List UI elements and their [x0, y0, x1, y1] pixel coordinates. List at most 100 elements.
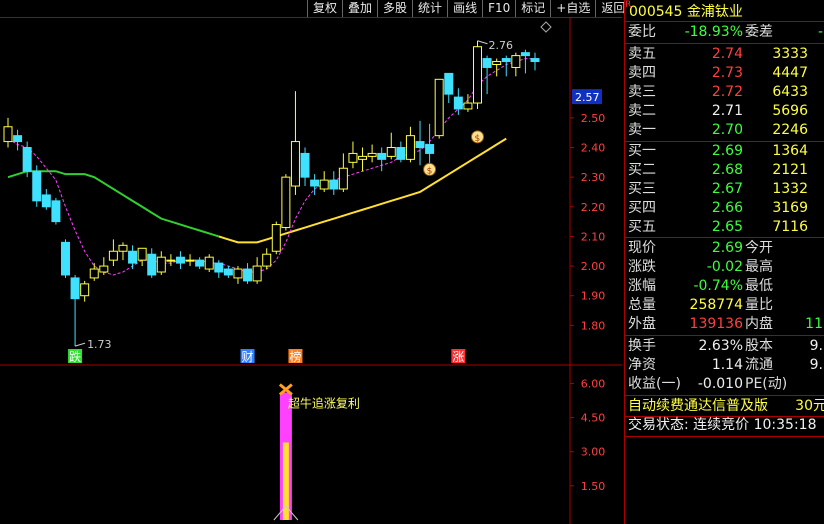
- candle: [13, 129, 23, 151]
- trade-status: 交易状态: 连续竞价 10:35:18: [628, 417, 817, 433]
- candle: [252, 257, 262, 284]
- stat-row: 涨幅 -0.74% 最低: [625, 277, 824, 296]
- toolbar-button-statistics[interactable]: 统计: [412, 0, 447, 17]
- stat-label-2: 量比: [745, 297, 773, 313]
- event-marker: 财: [240, 349, 255, 364]
- toolbar-button-draw-line[interactable]: 画线: [447, 0, 482, 17]
- ma-line-magenta: [7, 58, 535, 276]
- low-price-label: 1.73: [87, 338, 112, 351]
- toolbar-button-f10[interactable]: F10: [482, 0, 515, 17]
- sell-level-5: 卖五 2.74 3333: [625, 45, 824, 64]
- price-tick-label: 2.30: [581, 171, 606, 184]
- candle: [175, 251, 185, 270]
- buy-price: 2.68: [711, 162, 743, 178]
- weibi-label: 委比: [628, 24, 656, 40]
- candle: [463, 94, 473, 112]
- buy-price: 2.67: [711, 181, 743, 197]
- weibi-value: -18.93%: [684, 24, 743, 40]
- sell-price: 2.73: [711, 65, 743, 81]
- candle: [290, 91, 300, 195]
- toolbar-button-add-watchlist[interactable]: +自选: [550, 0, 595, 17]
- stat-value-2: 11: [805, 316, 823, 332]
- svg-text:$: $: [475, 134, 481, 144]
- price-axis: 2.50 2.40 2.30 2.20 2.10 2.00 1.90 1.80 2.57: [540, 21, 606, 332]
- price-tick-label: 2.20: [581, 201, 606, 214]
- sell-volume: 5696: [772, 103, 808, 119]
- price-tick-label: 1.90: [581, 290, 606, 303]
- buy-volume: 1364: [772, 143, 808, 159]
- toolbar-button-overlay[interactable]: 叠加: [342, 0, 377, 17]
- fund-label-2: PE(动): [745, 376, 788, 392]
- candle: [520, 49, 530, 74]
- promo-text[interactable]: 自动续费通达信普及版: [628, 397, 768, 416]
- money-bag-icon: $: [423, 162, 437, 176]
- toolbar-button-fuquan[interactable]: 复权: [307, 0, 342, 17]
- candle: [338, 153, 348, 192]
- promo-row[interactable]: 自动续费通达信普及版 30元: [625, 397, 824, 416]
- candle: [415, 120, 425, 166]
- price-tick-label: 2.10: [581, 230, 606, 243]
- sell-volume: 6433: [772, 84, 808, 100]
- indicator-tick-label: 6.00: [581, 377, 606, 390]
- event-marker-label: 涨: [452, 349, 464, 364]
- candle: [89, 263, 99, 281]
- stat-label: 总量: [628, 297, 656, 313]
- sell-level-3: 卖三 2.72 6433: [625, 83, 824, 102]
- indicator-tick-label: 4.50: [581, 412, 606, 425]
- buy-price: 2.69: [711, 143, 743, 159]
- toolbar-button-multi-stock[interactable]: 多股: [377, 0, 412, 17]
- fund-label: 换手: [628, 338, 656, 354]
- sell-label: 卖一: [628, 122, 656, 138]
- candle: [386, 132, 396, 160]
- fund-row: 净资 1.14 流通 9.: [625, 356, 824, 375]
- money-bag-icon: $: [471, 130, 485, 144]
- fund-value: 2.63%: [698, 338, 743, 354]
- candle: [99, 257, 109, 275]
- buy-level-3: 买三 2.67 1332: [625, 180, 824, 199]
- buy-level-4: 买四 2.66 3169: [625, 199, 824, 218]
- indicator-tick-label: 3.00: [581, 446, 606, 459]
- toolbar-button-mark[interactable]: 标记: [515, 0, 550, 17]
- candle: [425, 123, 435, 166]
- stat-value: -0.74%: [693, 278, 743, 294]
- weicha-label: 委差: [745, 24, 773, 40]
- sell-price: 2.71: [711, 103, 743, 119]
- expand-icon: [540, 21, 552, 33]
- buy-label: 买四: [628, 200, 656, 216]
- stat-row: 外盘 139136 内盘 11: [625, 315, 824, 334]
- price-tick-label: 1.80: [581, 319, 606, 332]
- fund-value-2: 9.: [809, 338, 823, 354]
- chart-toolbar: 复权 叠加 多股 统计 画线 F10 标记 +自选 返回: [307, 0, 625, 17]
- stat-label-2: 今开: [745, 240, 773, 256]
- current-price-text: 2.57: [575, 91, 600, 104]
- candle: [281, 174, 291, 231]
- stat-value: -0.02: [706, 259, 743, 275]
- candle: [166, 254, 176, 267]
- kline-chart[interactable]: 2.50 2.40 2.30 2.20 2.10 2.00 1.90 1.80 2.57 2.7…: [0, 17, 622, 524]
- candle: [185, 254, 195, 267]
- fund-row: 换手 2.63% 股本 9.: [625, 337, 824, 356]
- candle: [60, 239, 70, 278]
- stat-label-2: 最低: [745, 278, 773, 294]
- sell-volume: 3333: [772, 46, 808, 62]
- event-marker-label: 跌: [69, 349, 81, 364]
- sell-price: 2.72: [711, 84, 743, 100]
- svg-text:$: $: [427, 166, 433, 176]
- sell-price: 2.74: [711, 46, 743, 62]
- sell-price: 2.70: [711, 122, 743, 138]
- event-marker-label: 财: [242, 350, 254, 364]
- fund-label: 收益(一): [628, 376, 681, 392]
- buy-level-2: 买二 2.68 2121: [625, 161, 824, 180]
- candle: [319, 171, 329, 192]
- sell-volume: 4447: [772, 65, 808, 81]
- candle: [70, 274, 80, 347]
- status-row: 交易状态: 连续竞价 10:35:18: [625, 416, 824, 435]
- event-marker: 涨: [451, 349, 466, 364]
- stat-value: 139136: [689, 316, 743, 332]
- indicator-tick-label: 1.50: [581, 480, 606, 493]
- buy-volume: 2121: [772, 162, 808, 178]
- candle: [348, 141, 358, 169]
- promo-price[interactable]: 30元: [795, 397, 824, 416]
- candle: [329, 171, 339, 195]
- stat-row: 现价 2.69 今开: [625, 239, 824, 258]
